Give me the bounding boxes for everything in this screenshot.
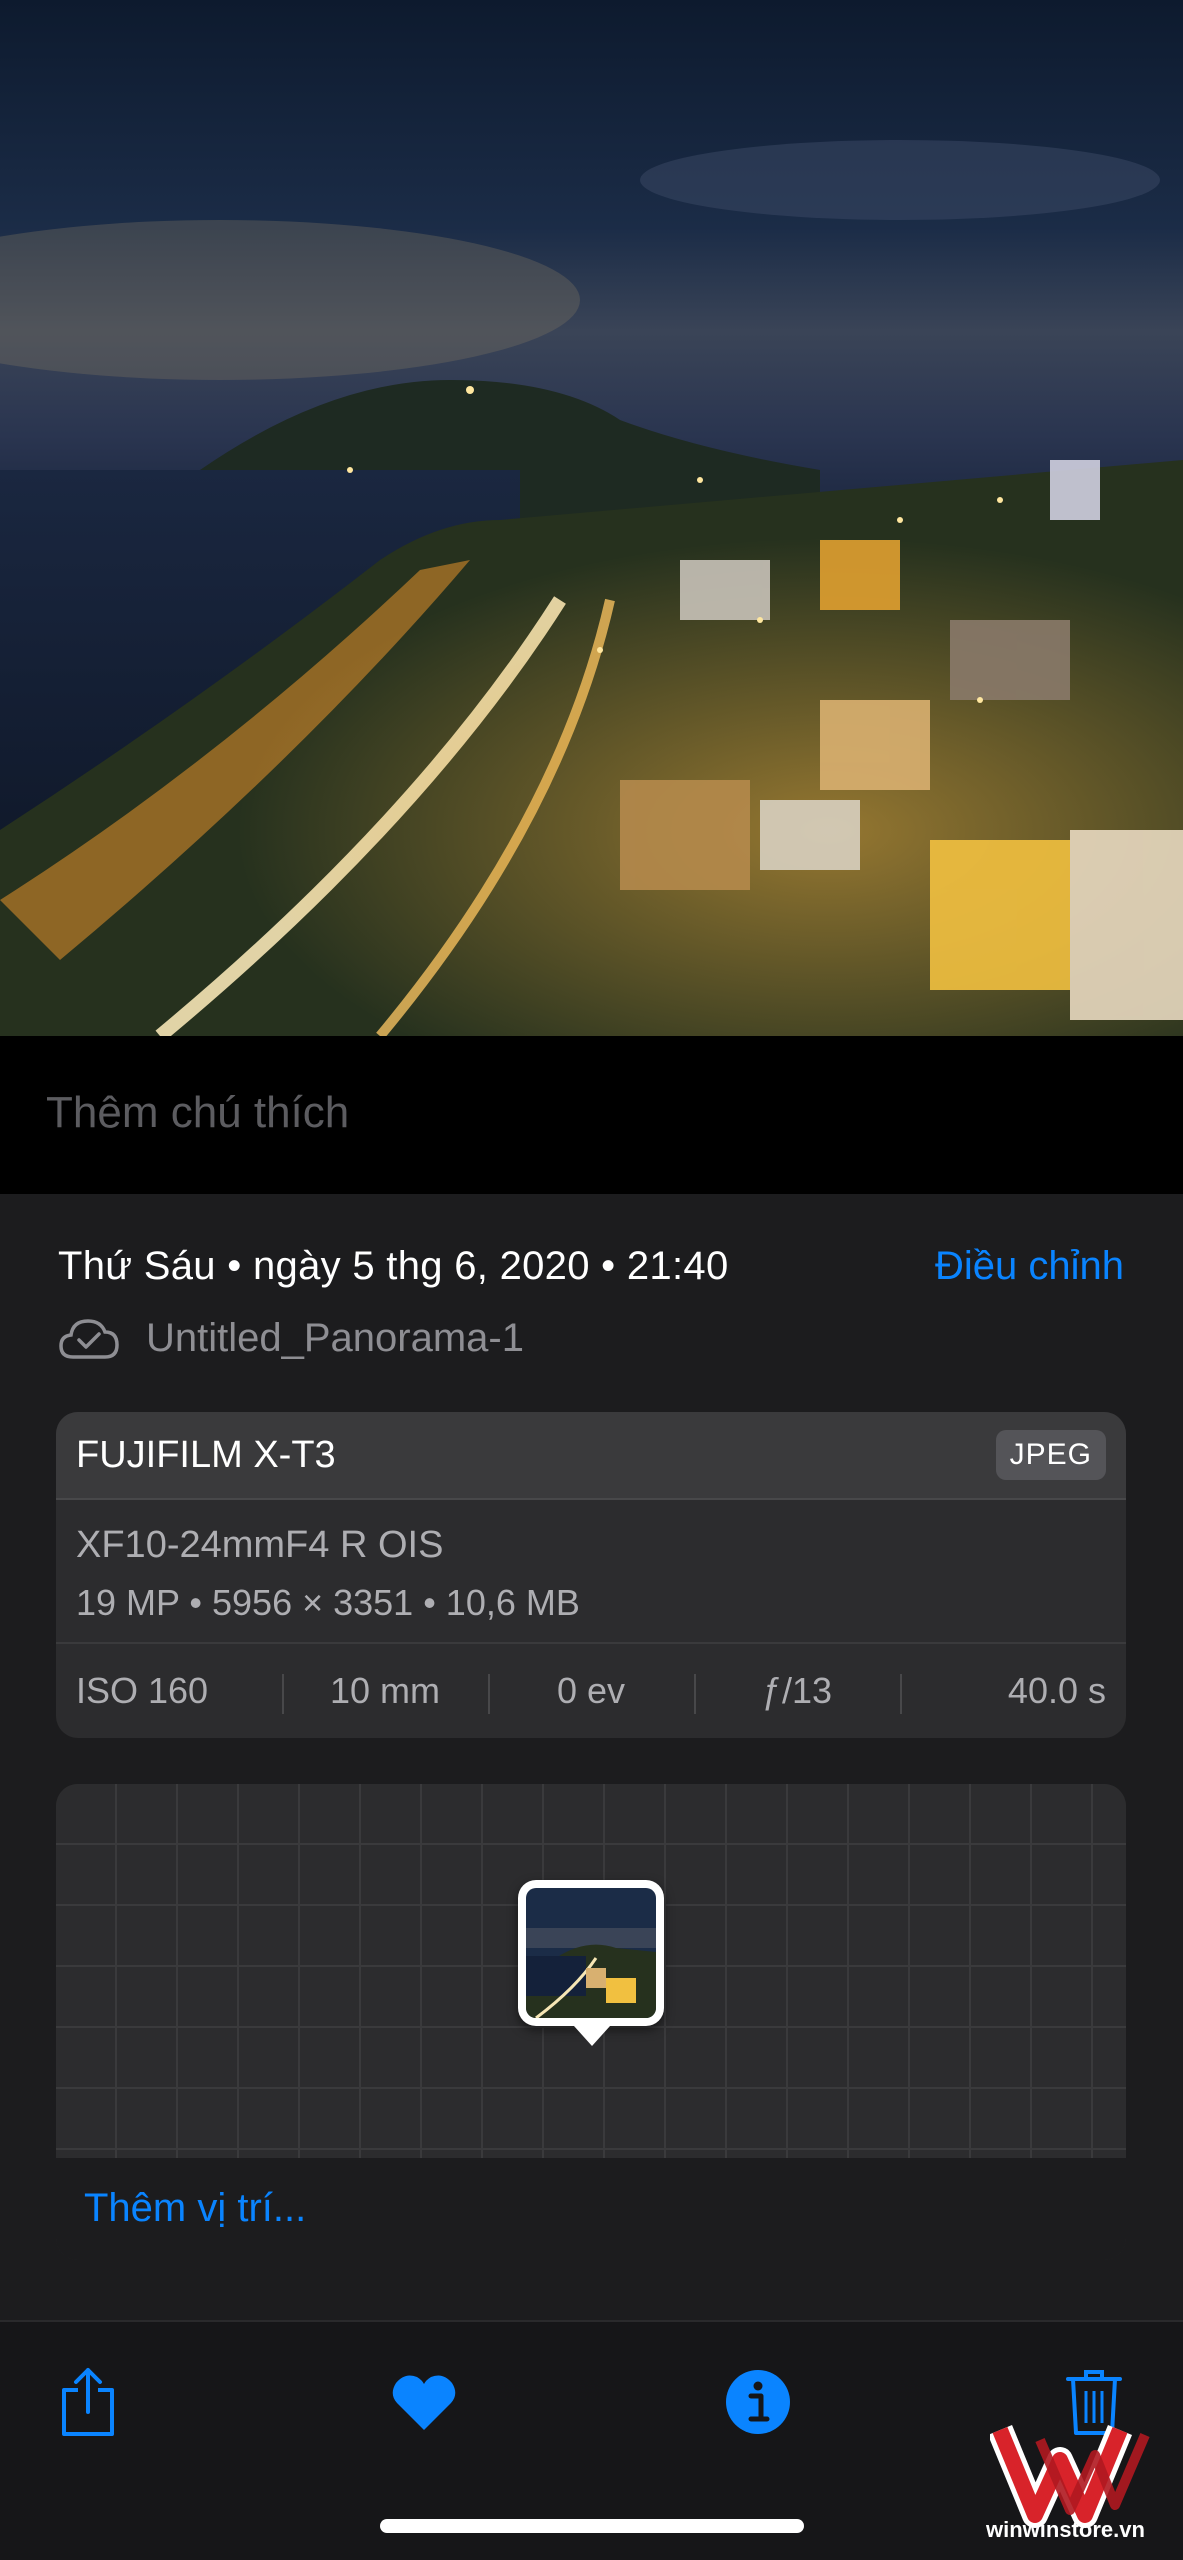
add-location-button[interactable]: Thêm vị trí... bbox=[84, 2186, 306, 2231]
file-row: Untitled_Panorama-1 bbox=[58, 1310, 524, 1366]
favorite-button[interactable] bbox=[384, 2362, 464, 2442]
heart-icon bbox=[392, 2375, 456, 2430]
exposure-value: 0 ev bbox=[488, 1670, 694, 1714]
night-city-photo bbox=[0, 0, 1183, 1036]
exif-header: FUJIFILM X-T3 JPEG bbox=[56, 1412, 1126, 1500]
icloud-check-icon bbox=[59, 1319, 119, 1359]
share-button[interactable] bbox=[48, 2362, 128, 2442]
date-time-text: Thứ Sáu • ngày 5 thg 6, 2020 • 21:40 bbox=[58, 1243, 729, 1288]
aperture-value: ƒ/13 bbox=[694, 1670, 900, 1714]
map-footer: Thêm vị trí... bbox=[56, 2158, 1126, 2260]
camera-model: FUJIFILM X-T3 bbox=[76, 1433, 336, 1476]
share-icon bbox=[62, 2368, 114, 2436]
info-sheet: Thứ Sáu • ngày 5 thg 6, 2020 • 21:40 Điề… bbox=[0, 1194, 1183, 2320]
lens-model: XF10-24mmF4 R OIS bbox=[76, 1524, 444, 1566]
format-badge: JPEG bbox=[995, 1430, 1106, 1480]
exif-settings: ISO 160 10 mm 0 ev ƒ/13 40.0 s bbox=[56, 1642, 1126, 1738]
pin-thumbnail bbox=[526, 1888, 656, 2018]
photo-location-pin[interactable] bbox=[518, 1880, 664, 2046]
focal-length: 10 mm bbox=[282, 1670, 488, 1714]
iso-value: ISO 160 bbox=[76, 1670, 209, 1711]
caption-area bbox=[0, 1036, 1183, 1194]
photo-viewer[interactable] bbox=[0, 0, 1183, 1036]
info-icon bbox=[726, 2370, 790, 2434]
watermark-text: winwinstore.vn bbox=[986, 2517, 1145, 2542]
adjust-button[interactable]: Điều chỉnh bbox=[935, 1244, 1124, 1289]
home-indicator[interactable] bbox=[380, 2519, 804, 2533]
caption-input[interactable] bbox=[46, 1088, 1136, 1138]
info-button[interactable] bbox=[718, 2362, 798, 2442]
night-city-thumbnail-icon bbox=[526, 1888, 656, 2018]
file-name: Untitled_Panorama-1 bbox=[146, 1315, 524, 1360]
shutter-speed: 40.0 s bbox=[900, 1670, 1126, 1714]
image-specs: 19 MP • 5956 × 3351 • 10,6 MB bbox=[76, 1582, 580, 1623]
date-row: Thứ Sáu • ngày 5 thg 6, 2020 • 21:40 Điề… bbox=[58, 1238, 1124, 1294]
exif-card: FUJIFILM X-T3 JPEG XF10-24mmF4 R OIS 19 … bbox=[56, 1412, 1126, 1738]
map-card: Thêm vị trí... bbox=[56, 1784, 1126, 2260]
